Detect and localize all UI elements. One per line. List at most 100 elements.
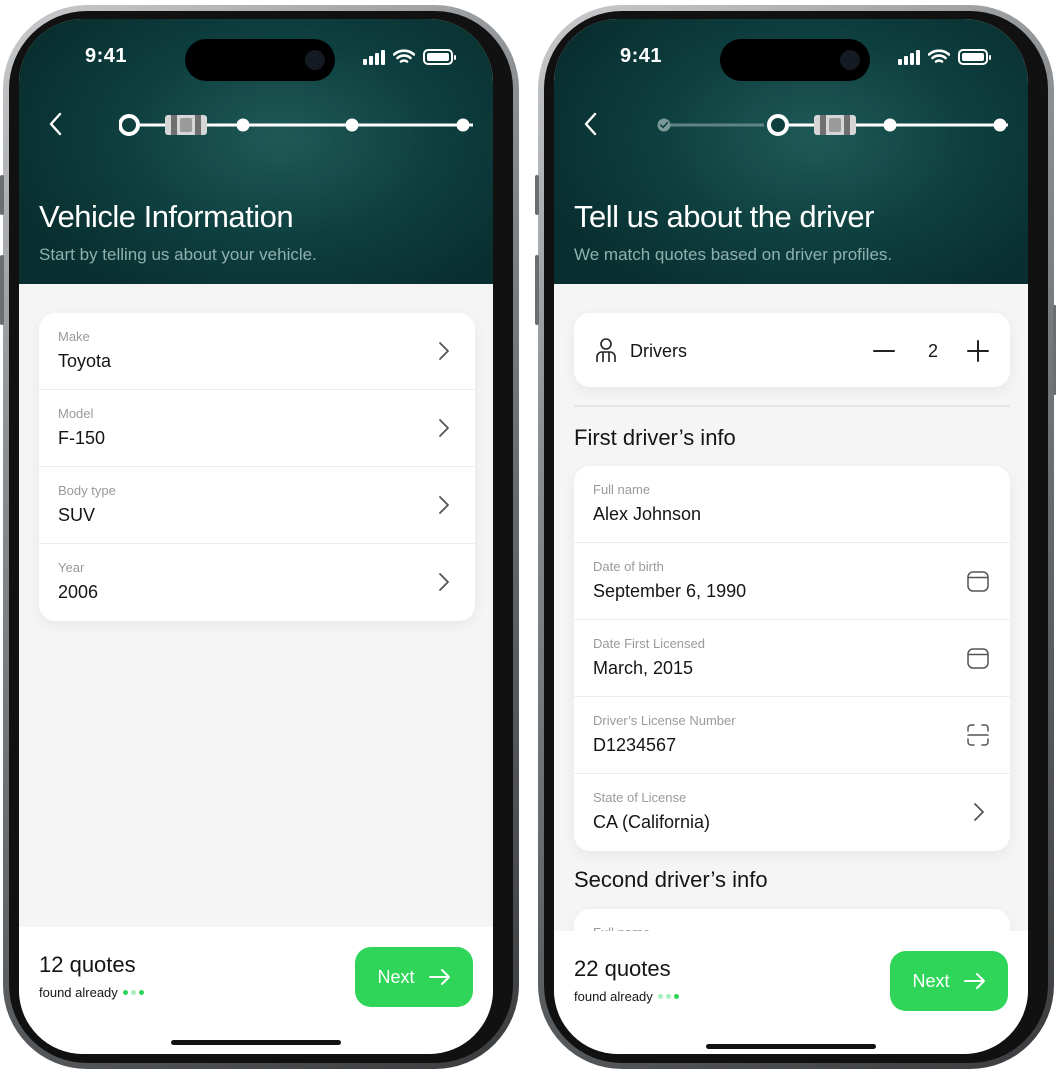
calendar-icon[interactable] [966,646,990,670]
page-title: Tell us about the driver [574,199,874,234]
field-label: Year [58,560,85,575]
field-label: State of License [593,790,687,805]
step-3-marker [345,118,359,132]
next-label: Next [912,970,950,991]
field-date-first-licensed[interactable]: Date First Licensed March, 2015 [574,620,1010,697]
calendar-icon[interactable] [966,569,990,593]
page-subtitle: We match quotes based on driver profiles… [574,245,893,264]
arrow-right-icon [963,973,985,989]
field-value: Toyota [58,351,112,371]
step-4-marker [456,118,470,132]
phone-frame-vehicle: 9:41 Vehicle Information Start by tellin… [0,5,519,1069]
loading-dots-icon [657,994,679,999]
battery-icon [423,49,456,65]
quotes-count: 12 quotes [39,952,136,977]
field-label: Driver’s License Number [593,713,736,728]
quotes-count: 22 quotes [574,956,671,981]
back-chevron-icon[interactable] [45,111,69,137]
field-date-of-birth[interactable]: Date of birth September 6, 1990 [574,543,1010,620]
drivers-count: 2 [927,341,938,361]
found-already-label: found already [574,989,679,1004]
dynamic-island [720,39,870,81]
drivers-label: Drivers [630,341,687,361]
back-chevron-icon[interactable] [580,111,604,137]
field-label: Body type [58,483,116,498]
status-icons [363,49,456,65]
wifi-icon [393,49,415,63]
page-subtitle: Start by telling us about your vehicle. [39,245,317,264]
vehicle-info-card: Make Toyota Model F-150 Body type SUV Ye… [39,313,475,621]
page-title: Vehicle Information [39,199,294,234]
found-text: found already [39,985,118,1000]
section-divider [574,405,1010,407]
field-value: September 6, 1990 [593,581,747,601]
step-progress-bar [119,114,473,136]
next-label: Next [377,966,415,987]
field-year[interactable]: Year 2006 [39,544,475,621]
field-value: F-150 [58,428,106,448]
field-state-of-license[interactable]: State of License CA (California) [574,774,1010,851]
car-progress-icon [814,115,856,135]
step-2-marker [236,118,250,132]
drivers-count-card: Drivers 2 [574,313,1010,387]
step-1-completed-check-icon [657,118,671,132]
plus-icon[interactable] [966,339,990,363]
found-text: found already [574,989,653,1004]
status-icons [898,49,991,65]
step-3-marker [883,118,897,132]
next-button[interactable]: Next [355,947,473,1007]
step-progress-bar [657,114,1008,136]
field-value: CA (California) [593,812,711,832]
phone-frame-driver: 9:41 Tell us about the driver We match q… [535,5,1056,1069]
minus-icon[interactable] [872,339,896,363]
home-indicator[interactable] [706,1044,876,1049]
driver-screen: 9:41 Tell us about the driver We match q… [554,19,1028,1054]
field-value: March, 2015 [593,658,694,678]
bottom-bar: 22 quotes found already Next [554,931,1028,1054]
cellular-signal-icon [363,49,385,65]
bottom-bar: 12 quotes found already Next [19,927,493,1054]
next-button[interactable]: Next [890,951,1008,1011]
vehicle-screen: 9:41 Vehicle Information Start by tellin… [19,19,493,1054]
first-driver-heading: First driver’s info [574,425,736,450]
field-value: SUV [58,505,96,525]
screen-header: 9:41 [19,19,493,284]
field-label: Date of birth [593,559,664,574]
field-label: Model [58,406,94,421]
chevron-right-icon [974,803,984,821]
arrow-right-icon [428,969,450,985]
field-value: D1234567 [593,735,677,755]
chevron-right-icon [439,573,449,591]
field-value: Alex Johnson [593,504,702,524]
screen-header: 9:41 [554,19,1028,284]
field-label: Full name [593,482,651,497]
volume-up-button [0,255,4,325]
field-model[interactable]: Model F-150 [39,390,475,467]
found-already-label: found already [39,985,144,1000]
dynamic-island [185,39,335,81]
status-time: 9:41 [85,45,128,67]
field-label: Make [58,329,90,344]
field-make[interactable]: Make Toyota [39,313,475,390]
cellular-signal-icon [898,49,920,65]
step-4-marker [993,118,1007,132]
home-indicator[interactable] [171,1040,341,1045]
loading-dots-icon [122,990,144,995]
field-license-number[interactable]: Driver’s License Number D1234567 [574,697,1010,774]
step-1-current-marker [119,114,140,136]
scan-icon[interactable] [966,723,990,747]
wifi-icon [928,49,950,63]
field-full-name[interactable]: Full name Alex Johnson [574,466,1010,543]
field-body-type[interactable]: Body type SUV [39,467,475,544]
chevron-right-icon [439,342,449,360]
car-progress-icon [165,115,207,135]
chevron-right-icon [439,419,449,437]
status-time: 9:41 [620,45,663,67]
step-2-current-marker [767,114,789,136]
chevron-right-icon [439,496,449,514]
second-driver-heading: Second driver’s info [574,867,768,892]
field-label: Date First Licensed [593,636,705,651]
action-button [535,175,539,215]
battery-icon [958,49,991,65]
first-driver-card: Full name Alex Johnson Date of birth Sep… [574,466,1010,851]
